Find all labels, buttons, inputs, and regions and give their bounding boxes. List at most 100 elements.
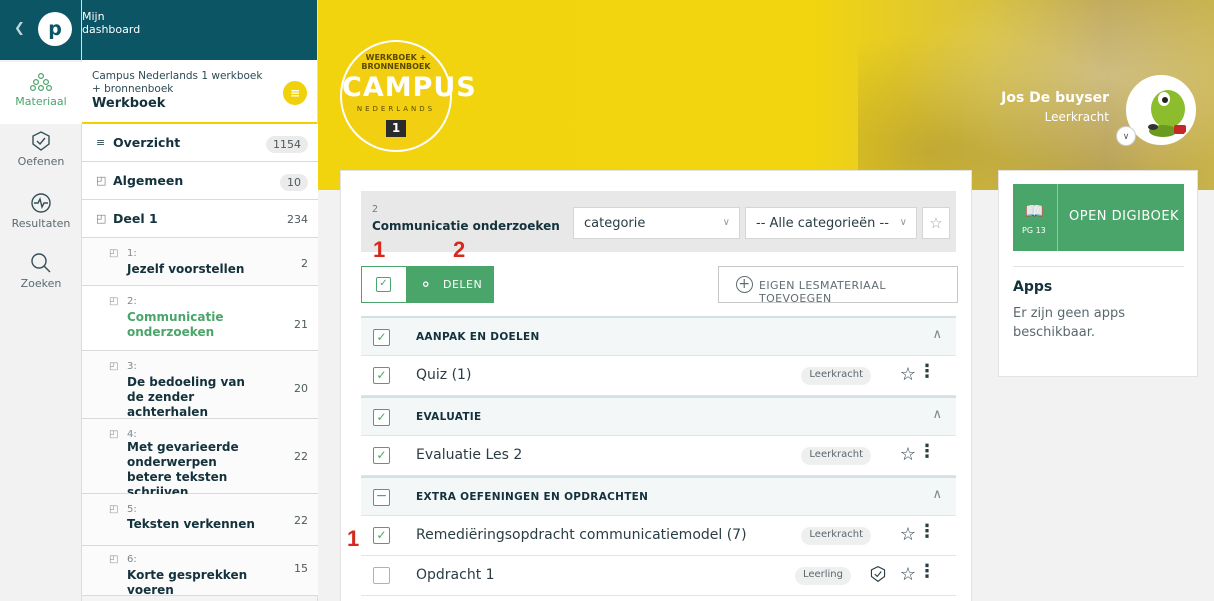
book-selector[interactable]: Campus Nederlands 1 werkboek + bronnenbo… xyxy=(82,60,317,124)
sidebar-lesson-4[interactable]: ◰ 4: Met gevarieerde onderwerpen betere … xyxy=(82,419,318,499)
user-role: Leerkracht xyxy=(1044,110,1109,124)
sidebar-lesson-5[interactable]: ◰ 5: Teksten verkennen 22 xyxy=(82,494,318,546)
search-icon xyxy=(31,253,51,273)
star-icon[interactable]: ☆ xyxy=(900,364,916,385)
bookmark-icon: ◰ xyxy=(109,361,119,372)
more-options-icon[interactable]: ⋮ xyxy=(918,563,936,581)
chevron-up-icon[interactable]: ∧ xyxy=(932,407,942,422)
annotation-marker: 1 xyxy=(347,526,360,551)
open-digibook-button[interactable]: 📖 PG 13 OPEN DIGIBOEK xyxy=(1013,184,1184,251)
row-checkbox[interactable]: ✓ xyxy=(373,527,390,544)
sidebar-lesson-2[interactable]: ◰ 2: Communicatie onderzoeken 21 xyxy=(82,286,318,351)
material-row[interactable]: ✓ Quiz (1) Leerkracht ☆ ⋮ xyxy=(361,356,956,396)
chevron-up-icon[interactable]: ∧ xyxy=(932,327,942,342)
section-header[interactable]: − EXTRA OEFENINGEN EN OPDRACHTEN ∧ xyxy=(361,476,956,516)
item-count: 10 xyxy=(280,174,308,191)
lesson-number: 2 xyxy=(372,204,379,215)
item-count: 234 xyxy=(287,213,308,226)
star-icon[interactable]: ☆ xyxy=(900,444,916,465)
avatar[interactable] xyxy=(1126,75,1196,145)
chevron-up-icon[interactable]: ∧ xyxy=(932,487,942,502)
rail-label: Resultaten xyxy=(11,217,71,230)
section-title: AANPAK EN DOELEN xyxy=(416,331,540,343)
bookmark-icon: ◰ xyxy=(109,429,119,440)
material-title[interactable]: Quiz (1) xyxy=(416,367,471,383)
lesson-label: De bedoeling van de zender achterhalen xyxy=(127,375,245,419)
campus-logo: WERKBOEK + BRONNENBOEK CAMPUS NEDERLANDS… xyxy=(340,40,476,152)
rail-item-zoeken[interactable]: Zoeken xyxy=(0,252,82,290)
sidebar-item-label: Algemeen xyxy=(113,173,184,188)
add-material-button[interactable]: + EIGEN LESMATERIAAL TOEVOEGEN xyxy=(718,266,958,305)
practice-icon[interactable] xyxy=(869,565,887,583)
logo-top-text: WERKBOEK + BRONNENBOEK xyxy=(361,53,431,71)
sidebar-item-deel-1[interactable]: ◰ Deel 1 234 xyxy=(82,200,318,238)
star-icon[interactable]: ☆ xyxy=(900,564,916,585)
list-icon[interactable]: ≡ xyxy=(283,81,307,105)
rail-item-materiaal[interactable]: Materiaal xyxy=(0,62,82,124)
page-indicator: PG 13 xyxy=(1022,226,1046,235)
lesson-label: Communicatie onderzoeken xyxy=(127,310,224,339)
lesson-count: 2 xyxy=(301,257,308,270)
audience-badge: Leerling xyxy=(794,567,851,585)
section-checkbox-partial[interactable]: − xyxy=(373,489,390,506)
lesson-label: Korte gesprekken voeren xyxy=(127,568,248,597)
book-title: Campus Nederlands 1 werkboek + bronnenbo… xyxy=(92,70,263,95)
rail-item-resultaten[interactable]: Resultaten xyxy=(0,192,82,230)
rail-item-oefenen[interactable]: Oefenen xyxy=(0,130,82,168)
more-options-icon[interactable]: ⋮ xyxy=(918,443,936,461)
lesson-label: Met gevarieerde onderwerpen betere tekst… xyxy=(127,440,239,499)
more-options-icon[interactable]: ⋮ xyxy=(918,363,936,381)
sidebar-item-label: Deel 1 xyxy=(113,211,158,226)
row-checkbox[interactable] xyxy=(373,567,390,584)
share-icon: ⚬ xyxy=(419,275,433,294)
share-button[interactable]: ⚬ DELEN xyxy=(407,266,494,303)
digibook-label: OPEN DIGIBOEK xyxy=(1069,209,1180,224)
section-header[interactable]: ✓ EVALUATIE ∧ xyxy=(361,396,956,436)
rail-label: Oefenen xyxy=(17,155,65,168)
audience-badge: Leerkracht xyxy=(801,367,871,385)
material-row[interactable]: ✓ Remediëringsopdracht communicatiemodel… xyxy=(361,516,956,556)
material-row[interactable]: Opdracht 1 Leerling ☆ ⋮ xyxy=(361,556,956,596)
sidebar-lesson-6[interactable]: ◰ 6: Korte gesprekken voeren 15 xyxy=(82,546,318,597)
lesson-count: 22 xyxy=(294,514,308,527)
select-value: -- Alle categorieën -- xyxy=(756,216,889,231)
sidebar-item-algemeen[interactable]: ◰ Algemeen 10 xyxy=(82,162,318,200)
plus-circle-icon: + xyxy=(736,276,753,293)
section-checkbox[interactable]: ✓ xyxy=(373,329,390,346)
practice-icon xyxy=(32,131,50,151)
chevron-down-icon[interactable]: ∨ xyxy=(1116,126,1136,146)
dashboard-link[interactable]: Mijn dashboard xyxy=(82,0,317,60)
app-logo-icon[interactable]: p xyxy=(38,12,72,46)
section-title: EXTRA OEFENINGEN EN OPDRACHTEN xyxy=(416,491,649,503)
lesson-number: 6: xyxy=(127,554,137,565)
rail-label: Materiaal xyxy=(15,95,67,108)
star-icon[interactable]: ☆ xyxy=(900,524,916,545)
row-checkbox[interactable]: ✓ xyxy=(373,367,390,384)
lesson-count: 22 xyxy=(294,450,308,463)
header-banner: WERKBOEK + BRONNENBOEK CAMPUS NEDERLANDS… xyxy=(318,0,1214,190)
sidebar-lesson-1[interactable]: ◰ 1: Jezelf voorstellen 2 xyxy=(82,238,318,286)
material-title[interactable]: Evaluatie Les 2 xyxy=(416,447,522,463)
category-filter-select[interactable]: -- Alle categorieën -- ∨ xyxy=(745,207,917,239)
lesson-number: 5: xyxy=(127,504,137,515)
sidebar-item-overzicht[interactable]: ≡ Overzicht 1154 xyxy=(82,124,318,162)
book-subtitle: Werkboek xyxy=(92,96,166,111)
star-icon[interactable]: ☆ xyxy=(922,207,950,239)
lesson-number: 4: xyxy=(127,429,137,440)
chevron-left-icon[interactable]: ❮ xyxy=(14,21,25,36)
checkbox-icon: ✓ xyxy=(376,277,391,292)
section-checkbox[interactable]: ✓ xyxy=(373,409,390,426)
category-type-select[interactable]: categorie ∨ xyxy=(573,207,740,239)
more-options-icon[interactable]: ⋮ xyxy=(918,523,936,541)
add-material-label: EIGEN LESMATERIAAL TOEVOEGEN xyxy=(759,279,886,305)
material-icon xyxy=(30,72,52,92)
section-header[interactable]: ✓ AANPAK EN DOELEN ∧ xyxy=(361,316,956,356)
audience-badge: Leerkracht xyxy=(801,447,871,465)
sidebar-lesson-3[interactable]: ◰ 3: De bedoeling van de zender achterha… xyxy=(82,351,318,419)
material-row[interactable]: ✓ Evaluatie Les 2 Leerkracht ☆ ⋮ xyxy=(361,436,956,476)
material-title[interactable]: Remediëringsopdracht communicatiemodel (… xyxy=(416,527,747,543)
filter-bar: 2 Communicatie onderzoeken categorie ∨ -… xyxy=(361,191,956,252)
row-checkbox[interactable]: ✓ xyxy=(373,447,390,464)
material-title[interactable]: Opdracht 1 xyxy=(416,567,495,583)
select-all-button[interactable]: ✓ xyxy=(361,266,407,303)
